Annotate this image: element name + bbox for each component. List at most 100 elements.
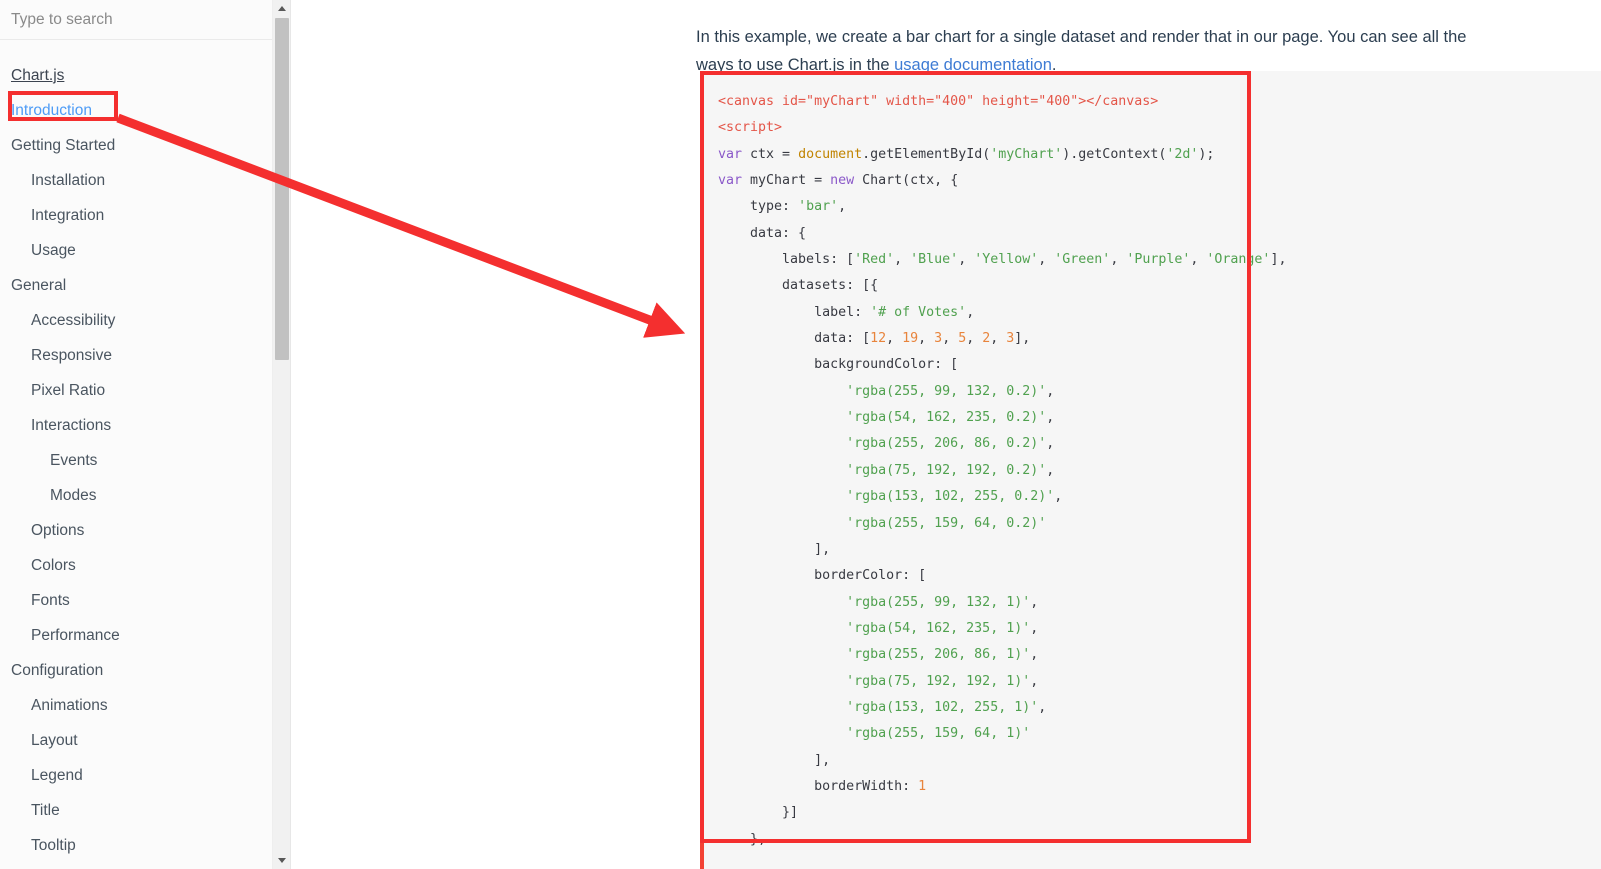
code-line: var myChart = new Chart(ctx, { xyxy=(718,173,958,188)
chevron-down-icon xyxy=(278,858,286,863)
code-token: ], xyxy=(1270,252,1287,268)
code-token: 'rgba(255, 206, 86, 1)' xyxy=(846,647,1031,663)
sidebar-item-fonts[interactable]: Fonts xyxy=(0,583,272,618)
sidebar-item-legend[interactable]: Legend xyxy=(0,758,272,793)
code-line: type: 'bar', xyxy=(718,199,846,214)
code-line: 'rgba(255, 206, 86, 1)', xyxy=(718,647,1038,662)
code-line: borderColor: [ xyxy=(718,568,926,583)
sidebar-item-configuration[interactable]: Configuration xyxy=(0,653,272,688)
code-token: , xyxy=(966,331,983,347)
scroll-up-button[interactable] xyxy=(273,0,291,17)
code-line: 'rgba(54, 162, 235, 1)', xyxy=(718,621,1038,636)
code-token: 'myChart' xyxy=(990,146,1063,162)
code-token: 'rgba(75, 192, 192, 1)' xyxy=(846,673,1031,689)
sidebar-scrollbar-thumb[interactable] xyxy=(275,18,289,360)
code-token: ], xyxy=(718,752,831,768)
code-token: 'rgba(255, 99, 132, 1)' xyxy=(846,594,1031,610)
code-token: , xyxy=(1030,673,1039,689)
code-line: var ctx = document.getElementById('myCha… xyxy=(718,147,1214,162)
code-token: 1 xyxy=(918,778,927,794)
code-line: label: '# of Votes', xyxy=(718,305,974,320)
sidebar-item-getting-started[interactable]: Getting Started xyxy=(0,128,272,163)
sidebar-item-responsive[interactable]: Responsive xyxy=(0,338,272,373)
code-line: <script> xyxy=(718,120,782,135)
sidebar-item-introduction[interactable]: Introduction xyxy=(0,93,272,128)
sidebar-item-performance[interactable]: Performance xyxy=(0,618,272,653)
sidebar-item-integration[interactable]: Integration xyxy=(0,198,272,233)
sidebar-item-events[interactable]: Events xyxy=(0,443,272,478)
code-token: labels: [ xyxy=(718,252,855,268)
code-token: , xyxy=(1046,383,1055,399)
code-token: , xyxy=(942,331,959,347)
code-token: var xyxy=(718,146,743,162)
code-line: data: [12, 19, 3, 5, 2, 3], xyxy=(718,331,1030,346)
sidebar-item-accessibility[interactable]: Accessibility xyxy=(0,303,272,338)
code-token: 'rgba(54, 162, 235, 1)' xyxy=(846,620,1031,636)
code-line: data: { xyxy=(718,226,806,241)
code-block[interactable]: <canvas id="myChart" width="400" height=… xyxy=(700,71,1601,869)
code-line: backgroundColor: [ xyxy=(718,357,958,372)
code-token: , xyxy=(990,331,1007,347)
search-input[interactable] xyxy=(11,10,251,29)
code-token: 'Red' xyxy=(854,252,895,268)
code-token: , xyxy=(1030,594,1039,610)
code-token: , xyxy=(918,331,935,347)
code-line: 'rgba(255, 206, 86, 0.2)', xyxy=(718,436,1054,451)
sidebar-item-layout[interactable]: Layout xyxy=(0,723,272,758)
code-token: ctx = xyxy=(742,146,799,162)
code-token: 'rgba(255, 159, 64, 0.2)' xyxy=(846,515,1047,531)
code-line: 'rgba(255, 159, 64, 1)' xyxy=(718,726,1030,741)
sidebar-item-options[interactable]: Options xyxy=(0,513,272,548)
code-token: , xyxy=(1046,436,1055,452)
code-token: , xyxy=(958,252,975,268)
code-token: var xyxy=(718,173,743,189)
code-token: borderColor: [ xyxy=(718,568,927,584)
code-line: 'rgba(255, 159, 64, 0.2)' xyxy=(718,516,1046,531)
scroll-down-button[interactable] xyxy=(273,852,291,869)
sidebar-item-title[interactable]: Title xyxy=(0,793,272,828)
sidebar-item-chart-js[interactable]: Chart.js xyxy=(0,58,272,93)
sidebar-item-modes[interactable]: Modes xyxy=(0,478,272,513)
sidebar-nav: Chart.js Introduction Getting Started Insta… xyxy=(0,40,272,863)
code-token: 'Blue' xyxy=(910,252,959,268)
sidebar-item-tooltip[interactable]: Tooltip xyxy=(0,828,272,863)
sidebar-item-installation[interactable]: Installation xyxy=(0,163,272,198)
code-token: myChart = xyxy=(742,173,831,189)
code-line: 'rgba(153, 102, 255, 1)', xyxy=(718,700,1046,715)
sidebar-item-pixel-ratio[interactable]: Pixel Ratio xyxy=(0,373,272,408)
code-token: 'Orange' xyxy=(1206,252,1271,268)
search-box[interactable] xyxy=(0,0,272,40)
code-token: 'Purple' xyxy=(1126,252,1191,268)
documentation-page: Chart.jsIntroductionGetting StartedInsta… xyxy=(0,0,1601,869)
sidebar-scrollbar-track[interactable] xyxy=(272,0,291,869)
code-token: 'rgba(153, 102, 255, 1)' xyxy=(846,699,1039,715)
code-token: borderWidth: xyxy=(718,778,919,794)
sidebar-item-interactions[interactable]: Interactions xyxy=(0,408,272,443)
code-token: backgroundColor: [ xyxy=(718,357,959,373)
code-token: , xyxy=(886,331,903,347)
code-token: <canvas id="myChart" width="400" height=… xyxy=(718,94,1159,109)
code-token: ], xyxy=(718,541,831,557)
sidebar-item-animations[interactable]: Animations xyxy=(0,688,272,723)
sidebar-item-colors[interactable]: Colors xyxy=(0,548,272,583)
code-token: , xyxy=(1046,410,1055,426)
code-line: 'rgba(75, 192, 192, 1)', xyxy=(718,674,1038,689)
intro-text-before: In this example, we create a bar chart f… xyxy=(696,27,1467,74)
code-token: datasets: [{ xyxy=(718,278,879,294)
code-token: 'rgba(153, 102, 255, 0.2)' xyxy=(846,489,1055,505)
code-token: , xyxy=(894,252,911,268)
sidebar-item-general[interactable]: General xyxy=(0,268,272,303)
code-line: labels: ['Red', 'Blue', 'Yellow', 'Green… xyxy=(718,252,1286,267)
code-token: type: xyxy=(718,199,799,215)
code-line: 'rgba(255, 99, 132, 1)', xyxy=(718,595,1038,610)
code-token: 'rgba(75, 192, 192, 0.2)' xyxy=(846,462,1047,478)
code-token: 'Green' xyxy=(1054,252,1111,268)
code-token: , xyxy=(1030,647,1039,663)
sidebar-item-usage[interactable]: Usage xyxy=(0,233,272,268)
code-token: Chart(ctx, { xyxy=(854,173,959,189)
